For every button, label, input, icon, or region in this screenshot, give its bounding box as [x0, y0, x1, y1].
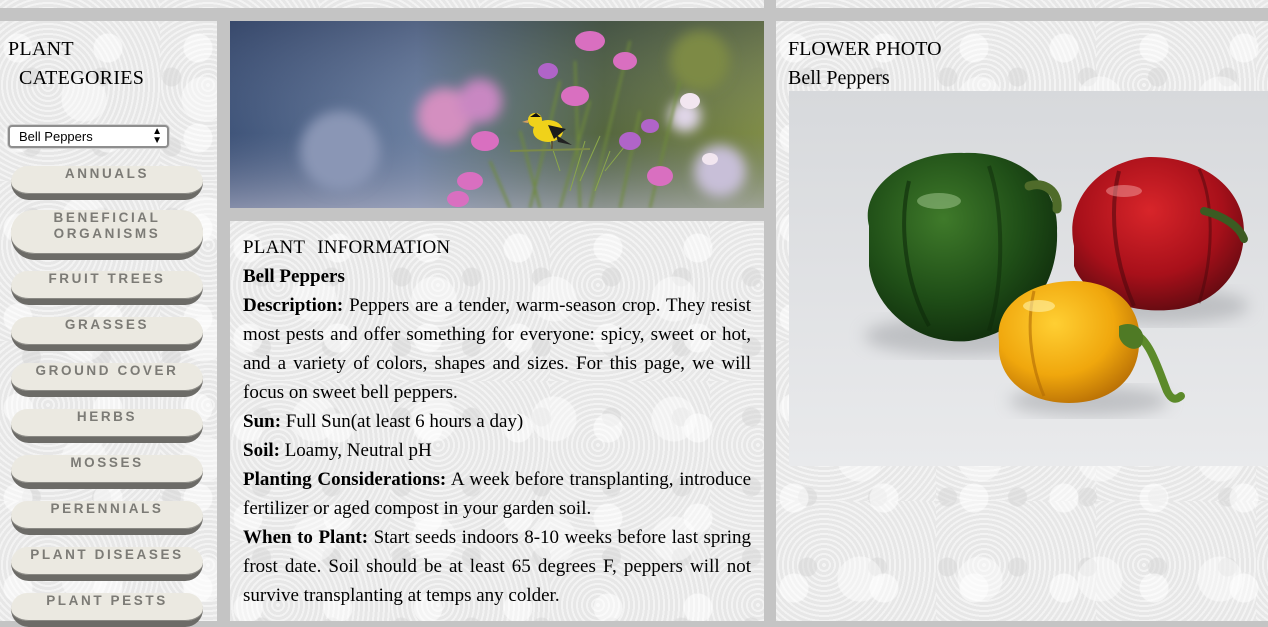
category-button[interactable]: ANNUALS — [11, 166, 203, 200]
category-button-label: PERENNIALS — [50, 501, 164, 516]
categories-title-line2: CATEGORIES — [19, 67, 145, 89]
sun-label: Sun: — [243, 411, 282, 432]
category-button-label: GRASSES — [64, 317, 150, 332]
category-button[interactable]: GROUND COVER — [11, 363, 203, 397]
up-down-arrows-icon: ▲ ▼ — [152, 126, 162, 146]
category-button[interactable]: HERBS — [11, 409, 203, 443]
heading-word-plant: PLANT — [243, 237, 306, 258]
categories-title: PLANT CATEGORIES — [8, 35, 144, 93]
flower-photo-subtitle: Bell Peppers — [788, 67, 890, 89]
category-button-label-line2: ORGANISMS — [53, 226, 161, 241]
sun-block: Sun: Full Sun(at least 6 hours a day) — [243, 407, 751, 436]
category-button-label: FRUIT TREES — [48, 271, 166, 286]
flowers-goldfinch-photo — [230, 21, 764, 208]
flower-photo-title: FLOWER PHOTO — [788, 38, 942, 60]
plant-information-panel: PLANT INFORMATION Bell Peppers Descriptio… — [230, 221, 764, 621]
category-button-label: HERBS — [76, 409, 138, 424]
category-button-label: MOSSES — [70, 455, 144, 470]
top-strip-right — [776, 0, 1268, 8]
description-block: Description: Peppers are a tender, warm-… — [243, 291, 751, 407]
soil-label: Soil: — [243, 440, 280, 461]
category-button-label: BENEFICIAL — [53, 210, 161, 225]
plant-select-value: Bell Peppers — [19, 129, 93, 144]
plant-information-heading: PLANT INFORMATION — [243, 233, 751, 262]
category-button-label: GROUND COVER — [35, 363, 179, 378]
category-button[interactable]: PERENNIALS — [11, 501, 203, 535]
plant-name: Bell Peppers — [243, 266, 345, 287]
soil-text: Loamy, Neutral pH — [284, 440, 432, 461]
planting-label: Planting Considerations: — [243, 469, 447, 490]
category-button[interactable]: BENEFICIAL ORGANISMS — [11, 210, 203, 260]
when-to-plant-block: When to Plant: Start seeds indoors 8-10 … — [243, 523, 751, 610]
category-button-label: ANNUALS — [64, 166, 150, 181]
category-button-label: PLANT DISEASES — [30, 547, 184, 562]
top-strip-left — [0, 0, 764, 8]
heading-word-information: INFORMATION — [317, 237, 451, 258]
category-button[interactable]: FRUIT TREES — [11, 271, 203, 305]
soil-block: Soil: Loamy, Neutral pH — [243, 436, 751, 465]
category-button[interactable]: PLANT DISEASES — [11, 547, 203, 581]
garden-banner-image — [230, 21, 764, 208]
categories-title-line1: PLANT — [8, 38, 74, 60]
when-to-plant-label: When to Plant: — [243, 527, 369, 548]
bell-peppers-photo — [789, 91, 1268, 466]
category-button[interactable]: PLANT PESTS — [11, 593, 203, 627]
planting-block: Planting Considerations: A week before t… — [243, 465, 751, 523]
plant-select-dropdown[interactable]: Bell Peppers ▲ ▼ — [8, 125, 169, 148]
plant-categories-sidebar: PLANT CATEGORIES Bell Peppers ▲ ▼ ANNUALS… — [0, 21, 217, 627]
category-button[interactable]: MOSSES — [11, 455, 203, 489]
sun-text: Full Sun(at least 6 hours a day) — [285, 411, 524, 432]
description-label: Description: — [243, 295, 344, 316]
flower-photo-panel: FLOWER PHOTO Bell Peppers — [776, 21, 1268, 621]
category-button[interactable]: GRASSES — [11, 317, 203, 351]
category-button-label: PLANT PESTS — [46, 593, 168, 608]
